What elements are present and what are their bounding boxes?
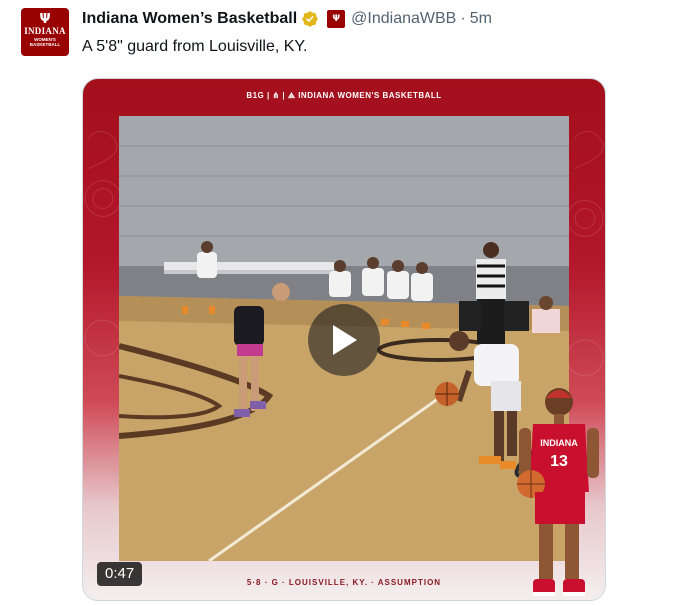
tweet-header: Indiana Women’s Basketball Ψ @IndianaWBB… [82,8,492,30]
video-duration: 0:47 [97,562,143,586]
avatar[interactable]: Ψ INDIANA WOMEN'S BASKETBALL [21,8,69,56]
trident-icon: Ψ [39,12,51,27]
display-name[interactable]: Indiana Women’s Basketball [82,10,297,28]
avatar-title: INDIANA [24,26,66,36]
video-caption: 5·8 · G · LOUISVILLE, KY. · ASSUMPTION [246,578,442,587]
affiliate-logo-icon[interactable]: Ψ [327,10,346,28]
verified-badge-icon[interactable] [301,10,319,28]
timestamp[interactable]: 5m [470,10,492,28]
avatar-subtitle: WOMEN'S BASKETBALL [29,37,61,47]
player-number: 13 [550,453,568,470]
play-button[interactable] [308,304,380,376]
player-cutout: INDIANA 13 [517,388,599,596]
video-media[interactable]: B1G | ⋔ | ⟁ INDIANA WOMEN'S BASKETBALL I… [82,78,606,601]
video-banner: B1G | ⋔ | ⟁ INDIANA WOMEN'S BASKETBALL [246,91,442,100]
play-icon [333,325,357,355]
handle[interactable]: @IndianaWBB [351,10,456,28]
tweet[interactable]: Ψ INDIANA WOMEN'S BASKETBALL Indiana Wome… [0,0,683,606]
player-jersey-text: INDIANA [540,438,578,448]
tweet-text: A 5'8" guard from Louisville, KY. [82,38,308,55]
separator-dot: · [460,10,466,27]
